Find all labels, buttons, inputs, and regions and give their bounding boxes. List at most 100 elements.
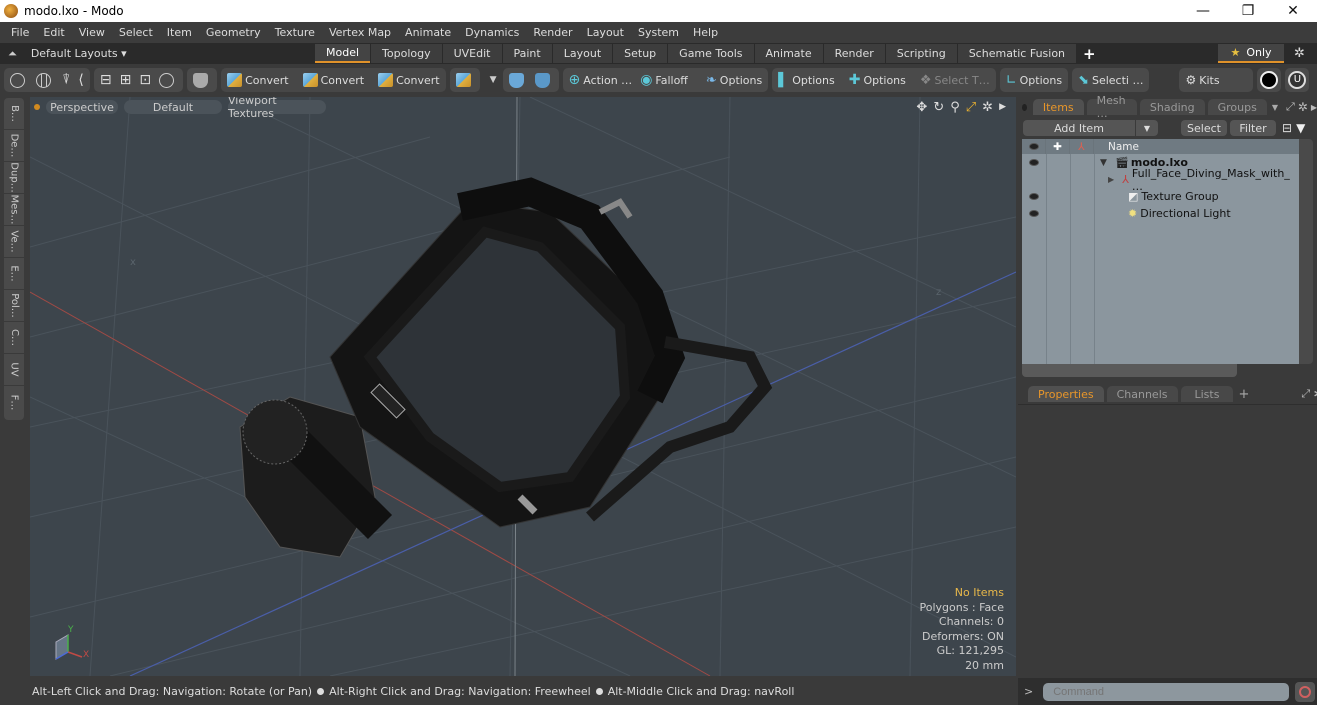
options-button-3[interactable]: ✚ Options — [845, 69, 910, 91]
panel-gear-icon[interactable]: ✲ — [1313, 387, 1317, 401]
select-center-button[interactable] — [6, 69, 32, 91]
panel-maximize-icon[interactable]: ⤢ — [1286, 100, 1295, 114]
left-tab-basic[interactable]: B… — [4, 98, 24, 130]
viewport-textures-button[interactable]: Viewport Textures — [228, 97, 326, 120]
eye-icon[interactable] — [1022, 193, 1046, 200]
viewport-indicator-icon[interactable] — [34, 104, 40, 110]
left-tab-fusion[interactable]: F… — [4, 386, 24, 418]
left-tab-duplicate[interactable]: Dup… — [4, 162, 24, 194]
name-column-header[interactable]: Name — [1094, 141, 1139, 153]
select-globe-button[interactable] — [32, 69, 58, 91]
restore-button[interactable]: ❐ — [1225, 0, 1271, 22]
menu-item[interactable]: Item — [160, 26, 199, 39]
3d-viewport[interactable]: x z Y X Perspective Default Viewport Tex… — [30, 97, 1016, 676]
layout-settings-gear-icon[interactable]: ✲ — [1294, 46, 1305, 61]
left-tab-mesh-edit[interactable]: Mes… — [4, 194, 24, 226]
select-button[interactable]: Select — [1181, 120, 1227, 136]
add-item-button[interactable]: Add Item — [1023, 120, 1135, 136]
left-tab-curve[interactable]: C… — [4, 322, 24, 354]
material-select-button[interactable]: ⊡ — [135, 69, 155, 91]
maximize-icon[interactable]: ⤢ — [966, 100, 976, 115]
tab-channels[interactable]: Channels — [1106, 386, 1178, 402]
pan-icon[interactable]: ✥ — [916, 100, 927, 115]
panel-maximize-icon[interactable]: ⤢ — [1301, 387, 1310, 401]
lock-column-icon[interactable]: ✚ — [1046, 139, 1070, 154]
default-layouts-dropdown[interactable]: Default Layouts ▾ — [31, 47, 127, 60]
mesh-cube-button[interactable] — [452, 69, 478, 91]
collapse-arrow-icon[interactable]: ▶ — [1108, 175, 1114, 184]
tab-scripting[interactable]: Scripting — [885, 44, 957, 63]
tab-layout[interactable]: Layout — [552, 44, 613, 63]
tab-lists[interactable]: Lists — [1180, 386, 1234, 402]
symmetry-button[interactable] — [505, 69, 531, 91]
tree-row-light[interactable]: ✹ Directional Light — [1022, 205, 1299, 222]
close-button[interactable]: ✕ — [1270, 0, 1316, 22]
tab-topology[interactable]: Topology — [371, 44, 442, 63]
only-toggle[interactable]: ★ Only — [1218, 44, 1284, 63]
polygon-select-button[interactable]: ⊟ — [96, 69, 116, 91]
visibility-column-icon[interactable] — [1022, 139, 1046, 154]
eye-icon[interactable] — [1022, 210, 1046, 217]
options-button-2[interactable]: ▌ Options — [774, 69, 838, 91]
tab-groups[interactable]: Groups — [1207, 99, 1267, 115]
select-through-button[interactable]: ❖ Select T… — [916, 69, 994, 91]
vertex-select-button[interactable]: ⍒ — [58, 69, 74, 91]
tab-schematic-fusion[interactable]: Schematic Fusion — [957, 44, 1077, 63]
menu-view[interactable]: View — [72, 26, 112, 39]
funnel-icon[interactable]: ▼ — [1296, 121, 1305, 135]
selection-sets-button[interactable]: ⬊ Selecti … — [1074, 69, 1147, 91]
unreal-icon[interactable]: U — [1288, 71, 1307, 89]
tab-animate[interactable]: Animate — [754, 44, 823, 63]
items-horizontal-scrollbar[interactable] — [1022, 364, 1237, 377]
menu-edit[interactable]: Edit — [36, 26, 71, 39]
tree-row-texture-group[interactable]: ◩ Texture Group — [1022, 188, 1299, 205]
tab-items[interactable]: Items — [1032, 99, 1084, 115]
menu-select[interactable]: Select — [112, 26, 160, 39]
menu-system[interactable]: System — [631, 26, 686, 39]
left-tab-edge[interactable]: E… — [4, 258, 24, 290]
tabs-dropdown-icon[interactable]: ▼ — [1272, 103, 1278, 112]
menu-geometry[interactable]: Geometry — [199, 26, 268, 39]
menu-animate[interactable]: Animate — [398, 26, 458, 39]
panel-gear-icon[interactable]: ✲ — [1298, 100, 1308, 114]
tab-setup[interactable]: Setup — [613, 44, 668, 63]
panel-arrow-icon[interactable]: ▶ — [1311, 103, 1317, 112]
command-record-icon[interactable] — [1295, 681, 1316, 702]
action-center-button[interactable]: ⊕ Action … — [565, 69, 637, 91]
edge-select-button[interactable]: ⟨ — [74, 69, 87, 91]
tab-properties[interactable]: Properties — [1028, 386, 1104, 402]
tab-uvedit[interactable]: UVEdit — [442, 44, 502, 63]
left-tab-uv[interactable]: UV — [4, 354, 24, 386]
convert-button-2[interactable]: Convert — [299, 69, 369, 91]
kits-button[interactable]: ⚙ Kits — [1181, 69, 1223, 91]
tab-game-tools[interactable]: Game Tools — [668, 44, 754, 63]
add-tab-button[interactable]: + — [1238, 387, 1249, 402]
viewport-settings-gear-icon[interactable]: ✲ — [982, 100, 993, 115]
layout-toggle-icon[interactable]: ⏶ — [8, 47, 17, 61]
minimize-button[interactable]: — — [1180, 0, 1226, 22]
item-select-button[interactable]: ⊞ — [116, 69, 136, 91]
tab-render[interactable]: Render — [823, 44, 885, 63]
zoom-icon[interactable]: ⚲ — [950, 100, 960, 115]
menu-texture[interactable]: Texture — [268, 26, 322, 39]
convert-button-1[interactable]: Convert — [223, 69, 293, 91]
view-type-button[interactable]: Perspective — [46, 100, 118, 114]
menu-file[interactable]: File — [4, 26, 36, 39]
tab-shading[interactable]: Shading — [1139, 99, 1205, 115]
left-tab-deform[interactable]: De… — [4, 130, 24, 162]
options-button-4[interactable]: ∟ Options — [1002, 69, 1066, 91]
convert-button-3[interactable]: Convert — [374, 69, 444, 91]
more-dropdown-icon[interactable]: ▼ — [490, 75, 497, 85]
left-tab-polygon[interactable]: Pol… — [4, 290, 24, 322]
menu-vertex-map[interactable]: Vertex Map — [322, 26, 398, 39]
menu-render[interactable]: Render — [526, 26, 579, 39]
snapping-button[interactable] — [531, 69, 557, 91]
render-column-icon[interactable]: ⅄ — [1070, 139, 1094, 154]
command-input[interactable] — [1043, 682, 1290, 701]
left-tab-vertex[interactable]: Ve… — [4, 226, 24, 258]
filter-button[interactable]: Filter — [1230, 120, 1276, 136]
expand-arrow-icon[interactable]: ▼ — [1100, 158, 1107, 168]
add-item-dropdown-icon[interactable]: ▼ — [1136, 120, 1158, 136]
viewport-more-arrow-icon[interactable]: ▶ — [999, 100, 1006, 115]
options-button-1[interactable]: ❧ Options — [702, 69, 766, 91]
